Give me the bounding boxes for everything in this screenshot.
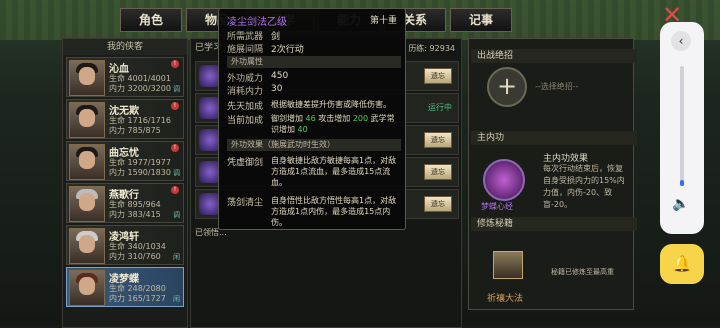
forget-button[interactable]: 遗忘: [424, 196, 452, 212]
hero-portrait: [69, 228, 105, 264]
innate-label: 先天加成: [227, 102, 264, 112]
volume-slider[interactable]: [680, 66, 684, 186]
experience-readout: 历练: 92934: [408, 44, 455, 53]
book-desc: 秘籍已修炼至最高重: [551, 268, 614, 276]
tooltip-level: 第十重: [369, 16, 397, 26]
interval-row: 施展间隔 2次行动: [227, 42, 304, 55]
hero-card[interactable]: 沁血 生命 4001/4001 内力 3200/3200 ! 调: [66, 57, 184, 97]
hero-tag: 闲: [173, 253, 180, 261]
cost-value: 30: [271, 84, 283, 94]
effect1-desc: 自身敏捷比敌方敏捷每高1点，对敌方造成1点流血，最多造成15点流血。: [271, 156, 397, 187]
tab-character[interactable]: 角色: [120, 8, 182, 32]
power-row: 外功威力 450: [227, 71, 288, 84]
weapon-value: 剑: [271, 32, 281, 42]
effect-section-header: 外功效果（施展武功时生效）: [227, 139, 401, 151]
hero-list-panel: 我的侠客 沁血 生命 4001/4001 内力 3200/3200 ! 调 沈无…: [62, 38, 188, 328]
forget-button[interactable]: 遗忘: [424, 68, 452, 84]
bonus-value: 46: [305, 114, 316, 123]
alert-badge: !: [171, 186, 179, 194]
choose-ultimate-label[interactable]: --选择绝招--: [535, 81, 579, 92]
running-status: 运行中: [428, 103, 452, 112]
bonus-label: 御剑增加: [271, 114, 303, 123]
cost-row: 消耗内力 30: [227, 84, 282, 97]
power-value: 450: [271, 71, 289, 81]
hero-card[interactable]: 凌鸿轩 生命 340/1034 内力 310/760 闲: [66, 225, 184, 265]
hero-portrait: [69, 270, 105, 306]
alert-badge: !: [171, 144, 179, 152]
add-ultimate-button[interactable]: +: [487, 67, 527, 107]
inner-skill-name: 梦蝶心经: [481, 202, 513, 211]
interval-label: 施展间隔: [227, 45, 264, 55]
skill-tooltip: 凌尘剑法乙级 第十重 所需武器剑 施展间隔 2次行动 外功属性 外功威力 450 消…: [218, 8, 406, 230]
inner-skill-icon[interactable]: [483, 159, 525, 201]
ultimate-header: 出战绝招: [471, 49, 637, 63]
hero-portrait: [69, 144, 105, 180]
hero-portrait: [69, 102, 105, 138]
hero-tag: 闲: [173, 295, 180, 303]
volume-panel: ‹ 🔈: [660, 22, 704, 234]
bonus-label: 攻击增加: [318, 114, 351, 123]
hero-card-selected[interactable]: 凌梦蝶 生命 248/2080 内力 165/1727 闲: [66, 267, 184, 307]
hero-mp: 内力 1590/1830: [109, 168, 171, 177]
forget-button[interactable]: 遗忘: [424, 164, 452, 180]
innate-desc: 根据敏捷差提升伤害或降低伤害。: [271, 100, 391, 109]
secret-book-header: 修炼秘籍: [471, 217, 637, 231]
cost-label: 消耗内力: [227, 87, 264, 97]
hero-list-title: 我的侠客: [63, 39, 187, 55]
hero-card[interactable]: 燕歌行 生命 895/964 内力 383/415 ! 调: [66, 183, 184, 223]
hero-mp: 内力 383/415: [109, 210, 161, 219]
tab-journal[interactable]: 记事: [450, 8, 512, 32]
effect2-desc: 自身悟性比敌方悟性每高1点，对敌方造成1点内伤，最多造成15点内伤。: [271, 196, 397, 227]
weapon-row: 所需武器剑: [227, 29, 280, 42]
hero-tag: 调: [173, 211, 180, 219]
effect2-label: 荡剑清尘: [227, 198, 264, 208]
hero-tag: 调: [173, 85, 180, 93]
hero-mp: 内力 310/760: [109, 252, 161, 261]
interval-value: 2次行动: [271, 45, 304, 55]
book-icon[interactable]: [493, 251, 523, 279]
hero-card[interactable]: 曲忘忧 生命 1977/1977 内力 1590/1830 ! 调: [66, 141, 184, 181]
alert-badge: !: [171, 60, 179, 68]
current-label: 当前加成: [227, 116, 264, 126]
bonus-value: 200: [352, 114, 369, 123]
forget-button[interactable]: 遗忘: [424, 132, 452, 148]
current-desc: 御剑增加 46 攻击增加 200 武学常识增加 40: [271, 113, 401, 135]
equip-panel: 出战绝招 + --选择绝招-- 主内功 梦蝶心经 主内功效果 每次行动结束后，恢…: [468, 38, 637, 310]
hero-card[interactable]: 沈无欺 生命 1716/1716 内力 785/875 !: [66, 99, 184, 139]
attr-section-header: 外功属性: [227, 56, 401, 68]
hero-mp: 内力 785/875: [109, 126, 161, 135]
book-name: 祈禳大法: [487, 294, 524, 304]
effect1-label: 凭虚御剑: [227, 158, 264, 168]
hero-mp: 内力 165/1727: [109, 294, 166, 303]
bonus-value: 40: [297, 125, 308, 134]
inner-effect-desc: 每次行动结束后，恢复自身受损内力的15%内力值，内伤-20、致盲-20。: [543, 164, 625, 209]
volume-fill: [680, 180, 684, 186]
alert-badge: !: [171, 102, 179, 110]
chevron-left-icon[interactable]: ‹: [671, 31, 691, 51]
inner-skill-header: 主内功: [471, 131, 637, 145]
hero-tag: 调: [173, 169, 180, 177]
hero-mp: 内力 3200/3200: [109, 84, 171, 93]
speaker-icon[interactable]: 🔈: [672, 196, 689, 212]
hero-portrait: [69, 186, 105, 222]
hero-portrait: [69, 60, 105, 96]
weapon-label: 所需武器: [227, 32, 264, 42]
power-label: 外功威力: [227, 74, 264, 84]
tooltip-title: 凌尘剑法乙级: [227, 17, 287, 28]
bell-icon[interactable]: 🔔: [660, 244, 704, 284]
